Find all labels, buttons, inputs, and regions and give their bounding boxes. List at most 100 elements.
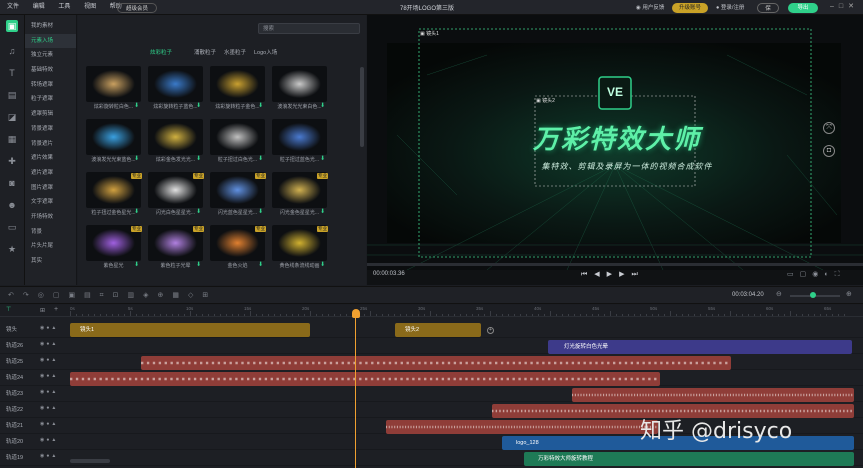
zoom-handle[interactable] bbox=[810, 292, 816, 298]
asset-tile[interactable] bbox=[272, 66, 327, 102]
asset-tile[interactable] bbox=[210, 119, 265, 155]
shape-icon[interactable]: ▦ bbox=[6, 133, 18, 145]
category-item[interactable]: 基础特效 bbox=[25, 63, 76, 78]
track-controls[interactable]: ◉●▲ bbox=[40, 405, 58, 411]
text-icon[interactable]: T bbox=[6, 67, 18, 79]
track-controls[interactable]: ◉●▲ bbox=[40, 357, 58, 363]
asset-caption: 粒子扭过白色光... bbox=[217, 157, 258, 163]
tab-ink[interactable]: 水墨粒子 bbox=[224, 48, 246, 56]
category-item[interactable]: 转场遮罩 bbox=[25, 78, 76, 93]
audio-clip-23[interactable] bbox=[572, 388, 854, 402]
category-item[interactable]: 片头片尾 bbox=[25, 239, 76, 254]
zoom-out-icon[interactable]: ⊖ bbox=[776, 290, 782, 298]
screen-icon[interactable]: ▭ bbox=[6, 221, 18, 233]
track-controls[interactable]: ◉●▲ bbox=[40, 453, 58, 459]
ruler-tick bbox=[136, 314, 137, 316]
ruler-tick bbox=[430, 311, 431, 316]
ruler-tick bbox=[244, 314, 245, 316]
ruler-tick bbox=[202, 314, 203, 316]
asset-tile[interactable] bbox=[148, 119, 203, 155]
track-controls[interactable]: ◉●▲ bbox=[40, 373, 58, 379]
ruler-tick bbox=[208, 314, 209, 316]
track-controls[interactable]: ◉●▲ bbox=[40, 437, 58, 443]
add-shot-button[interactable]: + bbox=[487, 327, 494, 334]
ruler-tick bbox=[286, 314, 287, 316]
ruler-tick bbox=[802, 314, 803, 316]
search-input[interactable]: 搜索 bbox=[258, 23, 360, 34]
category-item[interactable]: 背景 bbox=[25, 225, 76, 240]
window-controls[interactable]: ‒□✕ bbox=[830, 2, 859, 10]
category-item[interactable]: 背景遮罩 bbox=[25, 122, 76, 137]
asset-tile[interactable] bbox=[210, 66, 265, 102]
menu-view[interactable]: 视图 bbox=[84, 0, 96, 15]
image-icon[interactable]: ▤ bbox=[6, 89, 18, 101]
category-item[interactable]: 背景遮片 bbox=[25, 137, 76, 152]
playhead-line[interactable] bbox=[355, 317, 356, 468]
music-icon[interactable]: ♫ bbox=[6, 45, 18, 57]
audio-clip-24[interactable] bbox=[70, 372, 660, 386]
preview-scrubber[interactable] bbox=[367, 263, 863, 266]
fit-icon[interactable]: ⊞ bbox=[40, 307, 45, 314]
person-icon[interactable]: ☻ bbox=[6, 199, 18, 211]
category-item[interactable]: 粒子遮罩 bbox=[25, 92, 76, 107]
track-controls[interactable]: ◉●▲ bbox=[40, 421, 58, 427]
star-icon[interactable]: ★ bbox=[6, 243, 18, 255]
category-item[interactable]: 图片遮罩 bbox=[25, 181, 76, 196]
save-button[interactable]: 保存 bbox=[757, 3, 779, 22]
preview-tools[interactable]: ▭▢◉◐⛶ bbox=[787, 270, 845, 279]
playhead-handle[interactable] bbox=[352, 309, 360, 318]
ruler-tick bbox=[610, 311, 611, 316]
playback-controls[interactable]: ⏮◀▶▶⏭ bbox=[581, 270, 645, 279]
track-controls[interactable]: ◉●▲ bbox=[40, 341, 58, 347]
green-clip[interactable]: 万彩特效大师旋转教程 bbox=[524, 452, 854, 466]
effect-icon[interactable]: ◪ bbox=[6, 111, 18, 123]
shot1-clip[interactable]: 镜头1 bbox=[70, 323, 310, 337]
tab-scatter[interactable]: 涌散粒子 bbox=[194, 48, 216, 56]
plugin-icon[interactable]: ✚ bbox=[6, 155, 18, 167]
fullscreen-icon[interactable]: ⤧ bbox=[823, 122, 835, 134]
zoom-in-icon[interactable]: ⊕ bbox=[846, 290, 852, 298]
purple-clip[interactable]: 灯光旋转白色光晕 bbox=[548, 340, 852, 354]
element-icon[interactable]: ▣ bbox=[6, 20, 18, 32]
track-controls[interactable]: ◉●▲ bbox=[40, 325, 58, 331]
library-scrollbar[interactable] bbox=[360, 67, 364, 147]
pro-badge: 专业 bbox=[193, 173, 204, 179]
category-item[interactable]: 文字遮罩 bbox=[25, 195, 76, 210]
asset-tile[interactable] bbox=[272, 119, 327, 155]
upgrade-button[interactable]: 升级账号 bbox=[672, 3, 708, 13]
track-controls[interactable]: ◉●▲ bbox=[40, 389, 58, 395]
audio-clip-25[interactable] bbox=[141, 356, 731, 370]
asset-tile[interactable] bbox=[86, 66, 141, 102]
camera-icon[interactable]: ◙ bbox=[6, 177, 18, 189]
shot2-clip[interactable]: 镜头2 bbox=[395, 323, 481, 337]
category-item[interactable]: 元素入场 bbox=[25, 33, 76, 49]
edit-tools[interactable]: ↶↷◎▢▣▤⌗⊡▥◈⊕▦◇⊞ bbox=[8, 291, 217, 300]
menu-tools[interactable]: 工具 bbox=[58, 0, 70, 15]
category-item[interactable]: 独立元素 bbox=[25, 48, 76, 63]
tab-logo[interactable]: Logo入场 bbox=[254, 48, 277, 56]
category-item[interactable]: 我的素材 bbox=[25, 19, 76, 34]
tab-colorful[interactable]: 炫彩粒子 bbox=[150, 48, 172, 56]
asset-tile[interactable] bbox=[148, 66, 203, 102]
asset-tile[interactable] bbox=[86, 119, 141, 155]
category-item[interactable]: 遮罩剪辑 bbox=[25, 107, 76, 122]
export-button[interactable]: 导出 bbox=[788, 3, 818, 13]
feedback-link[interactable]: ◉ 用户反馈 bbox=[636, 3, 664, 11]
time-ruler[interactable]: ⊤ ⊞ + 0s 5s 10s 15s 20s 25s 30s 35s 40s 45s 50s 55s… bbox=[0, 305, 863, 317]
lock-icon[interactable]: ◘ bbox=[823, 145, 835, 157]
menu-edit[interactable]: 编辑 bbox=[33, 0, 45, 15]
add-track-icon[interactable]: + bbox=[54, 306, 58, 313]
category-item[interactable]: 遮片遮罩 bbox=[25, 166, 76, 181]
audio-clip-21[interactable] bbox=[386, 420, 658, 434]
vip-button[interactable]: 超级会员 bbox=[117, 3, 157, 13]
ruler-tick bbox=[772, 314, 773, 316]
marker-icon[interactable]: ⊤ bbox=[6, 306, 11, 313]
waveform bbox=[386, 425, 658, 429]
login-link[interactable]: ● 登录/注册 bbox=[716, 3, 744, 11]
timeline-time: 00:03:04.20 bbox=[732, 292, 764, 298]
menu-file[interactable]: 文件 bbox=[7, 0, 19, 15]
category-item[interactable]: 开场特效 bbox=[25, 210, 76, 225]
timeline-scrollbar[interactable] bbox=[70, 459, 110, 463]
category-item[interactable]: 其实 bbox=[25, 254, 76, 269]
category-item[interactable]: 遮片效果 bbox=[25, 151, 76, 166]
